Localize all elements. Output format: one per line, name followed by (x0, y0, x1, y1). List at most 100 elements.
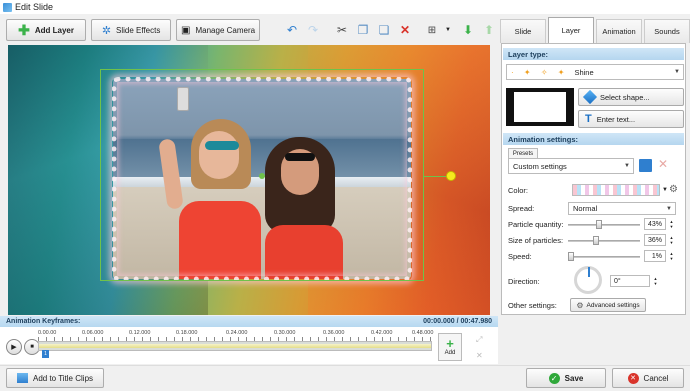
redo-icon[interactable]: ↷ (304, 20, 322, 40)
spin-arrows-icon[interactable]: ▲ ▼ (652, 275, 659, 287)
add-keyframe-label: Add (444, 350, 456, 356)
slide-canvas[interactable] (8, 45, 490, 315)
stop-icon: ■ (30, 344, 34, 350)
tab-layer[interactable]: Layer (548, 17, 594, 43)
copy-icon[interactable]: ❐ (354, 20, 372, 40)
shine-icon: · ✦ ✧ ✦ (511, 67, 569, 77)
text-icon: T (585, 113, 592, 125)
direction-label: Direction: (508, 277, 540, 286)
rotation-handle[interactable] (446, 171, 456, 181)
enter-text-button[interactable]: T Enter text... (578, 110, 684, 128)
size-of-particles-label: Size of particles: (508, 236, 564, 245)
preset-value: Custom settings (513, 161, 567, 171)
ruler-label: 0.30.000 (274, 330, 296, 336)
cancel-label: Cancel (643, 373, 669, 383)
toolbar: ✚ Add Layer ✲ Slide Effects ▣ Manage Cam… (0, 15, 498, 45)
add-keyframe-button[interactable]: + Add (438, 333, 462, 361)
spread-value: Normal (573, 204, 598, 213)
speed-slider[interactable] (568, 252, 574, 261)
advanced-settings-button[interactable]: ⚙ Advanced settings (570, 298, 646, 312)
move-down-icon[interactable]: ⬇ (459, 20, 477, 40)
ruler-label: 0.18.000 (176, 330, 198, 336)
center-point[interactable] (259, 173, 265, 179)
speed-track[interactable] (568, 256, 640, 258)
tab-animation[interactable]: Animation (596, 19, 642, 43)
spin-arrows-icon[interactable]: ▲ ▼ (668, 234, 675, 246)
particle-size-track[interactable] (568, 240, 640, 242)
time-display: 00:00.000 / 00:47.980 (423, 318, 492, 325)
add-layer-button[interactable]: ✚ Add Layer (6, 19, 87, 41)
save-button[interactable]: ✓ Save (526, 368, 606, 388)
add-to-title-clips-label: Add to Title Clips (32, 373, 94, 383)
keyframe-marker[interactable]: 1 (42, 350, 49, 358)
select-shape-label: Select shape... (600, 92, 650, 102)
delete-icon[interactable]: ✕ (396, 20, 414, 40)
particle-size-input[interactable]: 36% (644, 234, 666, 246)
ruler-label: 0.06.000 (82, 330, 104, 336)
particle-quantity-slider[interactable] (596, 220, 602, 229)
move-up-icon[interactable]: ⬆ (480, 20, 498, 40)
presets-tab[interactable]: Presets (508, 148, 538, 158)
keyframe-track[interactable] (38, 341, 432, 351)
particle-quantity-track[interactable] (568, 224, 640, 226)
keyframe-tools: ⤢ ✕ (476, 335, 483, 360)
select-shape-button[interactable]: Select shape... (578, 88, 684, 106)
plus-icon: + (446, 336, 454, 351)
cut-icon[interactable]: ✂ (333, 20, 351, 40)
chevron-down-icon: ▼ (666, 205, 672, 212)
slide-effects-button[interactable]: ✲ Slide Effects (91, 19, 172, 41)
play-icon: ▶ (11, 344, 17, 351)
add-layer-label: Add Layer (34, 25, 74, 35)
ruler-label: 0.36.000 (323, 330, 345, 336)
enter-text-label: Enter text... (596, 114, 636, 124)
ruler-label: 0.00.00 (38, 330, 57, 336)
preset-select[interactable]: Custom settings ▼ (508, 158, 634, 174)
particle-size-slider[interactable] (593, 236, 599, 245)
title-clips-icon (16, 373, 28, 383)
track-fill (39, 344, 431, 348)
add-to-title-clips-button[interactable]: Add to Title Clips (6, 368, 104, 388)
tab-bar: Slide Layer Animation Sounds (500, 17, 690, 43)
chevron-down-icon[interactable]: ▼ (444, 20, 452, 40)
direction-dial[interactable] (574, 266, 602, 294)
tab-sounds[interactable]: Sounds (644, 19, 690, 43)
manage-camera-button[interactable]: ▣ Manage Camera (176, 19, 260, 41)
cancel-icon: ✕ (627, 372, 639, 384)
manage-camera-label: Manage Camera (195, 25, 256, 35)
spin-arrows-icon[interactable]: ▲ ▼ (668, 250, 675, 262)
spin-arrows-icon[interactable]: ▲ ▼ (668, 218, 675, 230)
keyframes-header: Animation Keyframes: 00:00.000 / 00:47.9… (0, 316, 498, 327)
layer-type-select[interactable]: · ✦ ✧ ✦ Shine ▼ (506, 64, 684, 80)
color-picker[interactable] (572, 184, 660, 196)
undo-icon[interactable]: ↶ (283, 20, 301, 40)
other-settings-label: Other settings: (508, 301, 557, 310)
cancel-button[interactable]: ✕ Cancel (612, 368, 684, 388)
delete-keyframe-icon[interactable]: ✕ (476, 351, 483, 360)
layer-type-value: Shine (574, 67, 594, 77)
slide-effects-label: Slide Effects (116, 25, 161, 35)
window-title: Edit Slide (15, 2, 54, 12)
gear-icon: ⚙ (576, 300, 584, 310)
title-bar: Edit Slide (0, 0, 690, 14)
color-label: Color: (508, 186, 529, 195)
save-preset-icon[interactable] (639, 159, 652, 172)
diamond-shape-icon (582, 89, 598, 105)
tab-slide[interactable]: Slide (500, 19, 546, 43)
fit-zoom-icon[interactable]: ⊞ (423, 20, 441, 40)
expand-icon[interactable]: ⤢ (476, 335, 483, 345)
app-icon (3, 2, 12, 12)
paste-icon[interactable]: ❏ (375, 20, 393, 40)
gear-icon[interactable]: ⚙ (669, 184, 678, 195)
spread-select[interactable]: Normal ▼ (568, 202, 676, 215)
delete-preset-icon[interactable]: ✕ (658, 157, 668, 171)
plus-icon: ✚ (18, 22, 30, 38)
layer-type-header: Layer type: (503, 48, 684, 60)
speed-input[interactable]: 1% (644, 250, 666, 262)
chevron-down-icon[interactable]: ▼ (662, 187, 668, 193)
animation-settings-header: Animation settings: (503, 133, 684, 145)
shape-preview-fill (514, 92, 566, 122)
play-button[interactable]: ▶ (6, 339, 22, 355)
timeline: ▶ ■ 0.00.00 0.06.000 0.12.000 0.18.000 0… (0, 327, 498, 364)
direction-input[interactable]: 0° (610, 275, 650, 287)
particle-quantity-input[interactable]: 43% (644, 218, 666, 230)
